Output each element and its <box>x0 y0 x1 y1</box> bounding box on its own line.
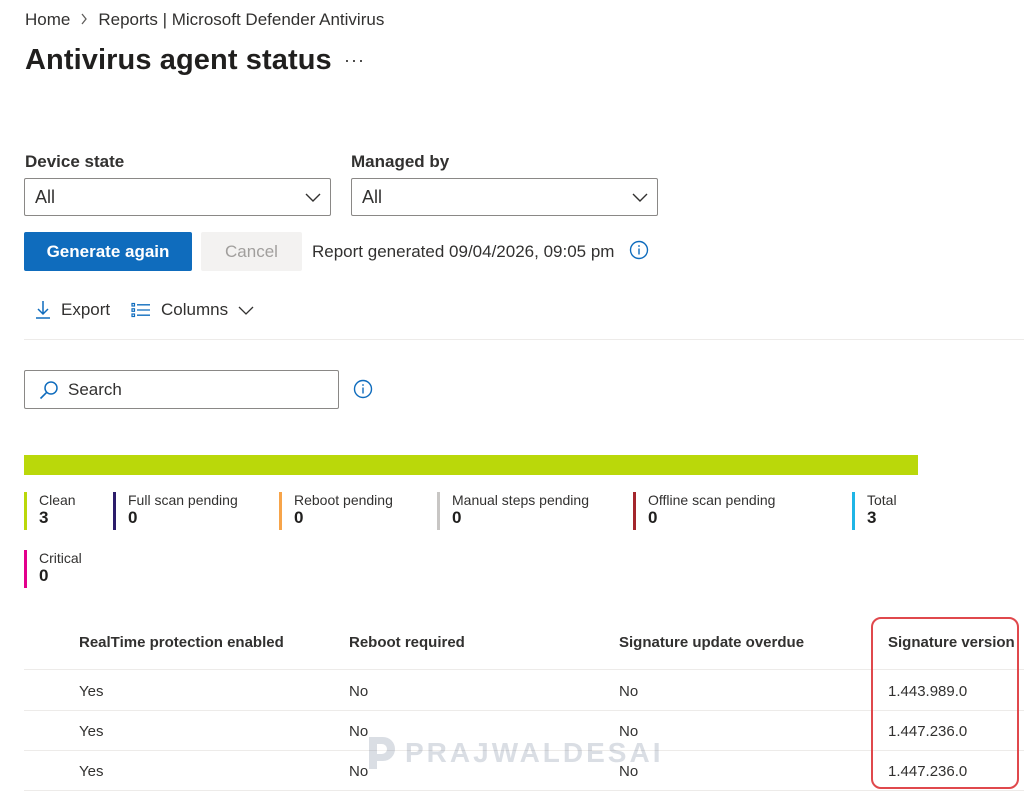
managed-by-label: Managed by <box>351 152 450 171</box>
breadcrumb: Home Reports | Microsoft Defender Antivi… <box>25 10 384 30</box>
export-button[interactable]: Export <box>35 300 110 320</box>
device-state-label: Device state <box>25 152 125 171</box>
cell-signature-update-overdue: No <box>619 683 639 700</box>
info-icon[interactable] <box>353 379 373 399</box>
more-options-button[interactable]: ··· <box>344 50 365 71</box>
device-state-dropdown[interactable]: All <box>24 178 331 216</box>
breadcrumb-home-link[interactable]: Home <box>25 10 70 30</box>
list-icon <box>131 302 150 318</box>
breadcrumb-current[interactable]: Reports | Microsoft Defender Antivirus <box>98 10 384 30</box>
legend-label: Full scan pending <box>128 492 238 508</box>
columns-label: Columns <box>161 300 229 319</box>
search-placeholder: Search <box>68 379 122 399</box>
device-state-value: All <box>35 186 56 207</box>
legend-value: 0 <box>294 508 304 527</box>
legend-value: 3 <box>39 508 49 527</box>
download-icon <box>36 301 50 319</box>
legend-label: Reboot pending <box>294 492 393 508</box>
watermark-text: PRAJWALDESAI <box>405 737 664 768</box>
toolbar-divider <box>24 339 1024 340</box>
managed-by-dropdown[interactable]: All <box>351 178 658 216</box>
cell-realtime-protection: Yes <box>79 763 104 780</box>
cell-realtime-protection: Yes <box>79 683 104 700</box>
search-input[interactable]: Search <box>24 370 339 409</box>
cell-reboot-required: No <box>349 683 369 700</box>
legend-clean[interactable]: Clean 3 <box>24 492 76 530</box>
legend-full-scan-pending[interactable]: Full scan pending 0 <box>113 492 238 530</box>
legend-value: 0 <box>39 566 49 585</box>
legend-label: Total <box>867 492 897 508</box>
managed-by-value: All <box>362 186 383 207</box>
legend-offline-scan-pending[interactable]: Offline scan pending 0 <box>633 492 775 530</box>
chevron-right-icon <box>80 13 88 28</box>
search-icon <box>39 380 58 399</box>
legend-label: Offline scan pending <box>648 492 776 508</box>
chevron-down-icon <box>632 193 648 202</box>
legend-critical[interactable]: Critical 0 <box>24 550 82 588</box>
columns-button[interactable]: Columns <box>131 300 254 320</box>
legend-manual-steps-pending[interactable]: Manual steps pending 0 <box>437 492 589 530</box>
signature-version-highlight <box>871 617 1019 789</box>
legend-label: Clean <box>39 492 76 508</box>
column-header-signature-update-overdue[interactable]: Signature update overdue <box>619 634 804 651</box>
generate-again-button[interactable]: Generate again <box>24 232 192 271</box>
export-label: Export <box>61 300 111 319</box>
column-header-reboot-required[interactable]: Reboot required <box>349 634 465 651</box>
cell-realtime-protection: Yes <box>79 723 104 740</box>
column-header-realtime-protection[interactable]: RealTime protection enabled <box>79 634 284 651</box>
chevron-down-icon <box>238 306 254 315</box>
legend-label: Manual steps pending <box>452 492 589 508</box>
legend-value: 0 <box>128 508 138 527</box>
chevron-down-icon <box>305 193 321 202</box>
legend-value: 3 <box>867 508 877 527</box>
legend-value: 0 <box>648 508 658 527</box>
info-icon[interactable] <box>629 240 649 260</box>
watermark: PRAJWALDESAI <box>365 733 663 773</box>
legend-reboot-pending[interactable]: Reboot pending 0 <box>279 492 393 530</box>
watermark-logo-icon <box>369 737 395 769</box>
device-status-bar <box>24 455 918 475</box>
legend-label: Critical <box>39 550 82 566</box>
legend-total[interactable]: Total 3 <box>852 492 897 530</box>
report-generated-text: Report generated 09/04/2026, 09:05 pm <box>312 242 615 261</box>
legend-value: 0 <box>452 508 462 527</box>
cancel-button: Cancel <box>201 232 302 271</box>
page-title: Antivirus agent status <box>25 44 332 76</box>
